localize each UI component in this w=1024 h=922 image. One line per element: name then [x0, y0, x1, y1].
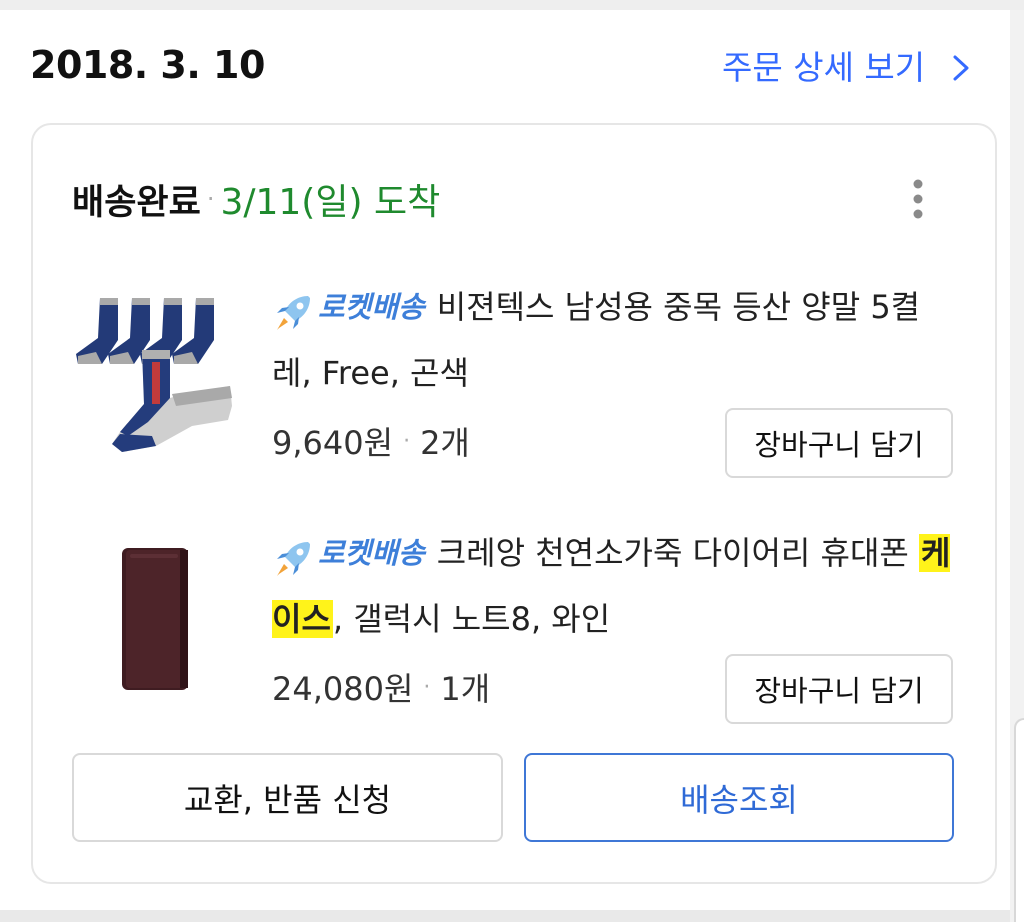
product-title-1[interactable]: 로켓배송 비젼텍스 남성용 중목 등산 양말 5켤레, Free, 곤색 — [272, 274, 952, 406]
rocket-delivery-label: 로켓배송 — [318, 290, 425, 324]
track-delivery-button[interactable]: 배송조회 — [524, 753, 954, 842]
status-separator: · — [206, 185, 215, 213]
chevron-right-icon — [947, 51, 975, 81]
order-date: 2018. 3. 10 — [30, 43, 265, 87]
price-row-1: 9,640원 · 2개 — [272, 414, 470, 468]
phone-case-product-image[interactable] — [118, 544, 194, 694]
add-to-cart-button-1[interactable]: 장바구니 담기 — [725, 408, 953, 478]
product-quantity: 2개 — [420, 424, 470, 462]
product-price: 24,080원 — [272, 670, 414, 708]
bottom-divider — [0, 910, 1010, 922]
price-separator: · — [423, 674, 431, 700]
add-to-cart-button-2[interactable]: 장바구니 담기 — [725, 654, 953, 724]
price-separator: · — [403, 428, 411, 454]
order-detail-label: 주문 상세 보기 — [722, 48, 926, 87]
arrival-date: 3/11(일) 도착 — [220, 182, 441, 223]
rocket-delivery-label: 로켓배송 — [318, 536, 425, 570]
product-name-part: 크레앙 천연소가죽 다이어리 휴대폰 — [436, 534, 920, 572]
more-options-icon[interactable] — [898, 176, 938, 222]
shipment-status-row: 배송완료 · 3/11(일) 도착 — [72, 172, 440, 226]
rocket-icon — [277, 296, 310, 330]
top-divider — [0, 0, 1024, 10]
sock-front — [112, 350, 232, 452]
product-name-part: , 갤럭시 노트8, 와인 — [332, 600, 611, 638]
product-price: 9,640원 — [272, 424, 394, 462]
rocket-icon — [277, 542, 310, 576]
order-detail-link[interactable]: 주문 상세 보기 — [722, 40, 975, 90]
rocket-delivery-badge: 로켓배송 — [272, 520, 425, 586]
price-row-2: 24,080원 · 1개 — [272, 660, 490, 714]
socks-product-image[interactable] — [72, 294, 236, 458]
product-title-2[interactable]: 로켓배송 크레앙 천연소가죽 다이어리 휴대폰 케이스, 갤럭시 노트8, 와인 — [272, 520, 952, 652]
exchange-return-button[interactable]: 교환, 반품 신청 — [72, 753, 503, 842]
next-card-peek — [1014, 718, 1024, 922]
product-quantity: 1개 — [440, 670, 491, 708]
delivery-status: 배송완료 — [72, 182, 201, 223]
rocket-delivery-badge: 로켓배송 — [272, 274, 425, 340]
